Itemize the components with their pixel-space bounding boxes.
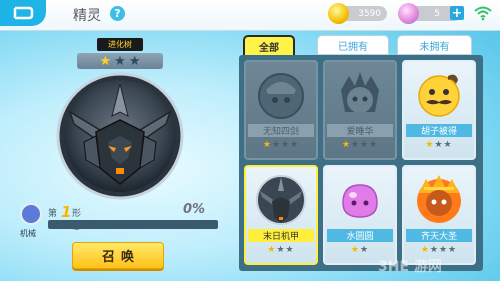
sprite-art-icon	[256, 175, 306, 225]
help-icon[interactable]: ?	[110, 6, 125, 21]
back-arrow-icon	[13, 6, 34, 20]
sprite-art-icon	[341, 72, 379, 113]
wifi-icon	[474, 6, 492, 21]
gold-amount: 3590	[358, 8, 381, 19]
gold-coin-icon	[328, 3, 349, 24]
sprite-stars: ★★★★	[420, 245, 458, 255]
summon-button[interactable]: 召唤	[72, 242, 164, 269]
sprite-stars: ★★	[350, 245, 370, 255]
sprite-card[interactable]: 水圆圆 ★★	[323, 165, 397, 265]
sprite-art-icon	[418, 74, 460, 117]
sprite-art-icon	[342, 184, 378, 218]
sprite-stars: ★★★★	[341, 140, 379, 150]
back-button[interactable]	[0, 0, 46, 26]
page-title: 精灵	[73, 8, 101, 24]
type-label: 机械	[20, 229, 36, 238]
star-icon: ★	[99, 53, 112, 69]
level-number: 1	[61, 203, 72, 221]
sprite-grid: 无知四剑 ★★★★ 爱睡华 ★★★★ 胡子被得 ★★★ 末日机甲 ★★★ 水圆圆…	[239, 55, 483, 271]
sprite-name: 无知四剑	[248, 124, 314, 137]
tab-not-owned[interactable]: 未拥有	[397, 35, 472, 55]
evolution-tree-button[interactable]: 进化树	[97, 38, 143, 51]
sprite-portrait	[56, 72, 184, 200]
star-rating: ★ ★ ★	[77, 53, 163, 69]
sprite-art-icon	[258, 73, 304, 119]
sprite-name: 胡子被得	[406, 124, 472, 137]
sprite-art-icon	[417, 175, 461, 223]
sprite-card[interactable]: 齐天大圣 ★★★★	[402, 165, 476, 265]
sprite-name: 末日机甲	[248, 229, 314, 242]
sprite-card[interactable]: 无知四剑 ★★★★	[244, 60, 318, 160]
type-avatar-icon	[20, 203, 42, 225]
sprite-stars: ★★★	[425, 140, 453, 150]
tab-all[interactable]: 全部	[243, 35, 295, 55]
sprite-name: 水圆圆	[327, 229, 393, 242]
sprite-card[interactable]: 胡子被得 ★★★	[402, 60, 476, 160]
sprite-stars: ★★★★	[262, 140, 300, 150]
doom-mech-portrait	[56, 72, 184, 200]
top-bar: 精灵 ? 3590 5 +	[0, 0, 500, 31]
sprite-stars: ★★★	[267, 245, 295, 255]
star-icon: ★	[128, 53, 141, 69]
add-gems-button[interactable]: +	[450, 6, 464, 20]
tab-owned[interactable]: 已拥有	[317, 35, 389, 55]
progress-percent: 0%	[183, 202, 206, 217]
sprite-card[interactable]: 爱睡华 ★★★★	[323, 60, 397, 160]
gem-amount: 5	[434, 8, 440, 19]
level-prefix: 第	[48, 209, 58, 219]
star-icon: ★	[114, 53, 126, 69]
watermark: 3HE 游网	[378, 259, 442, 275]
progress-bar	[48, 220, 218, 229]
sprite-name: 爱睡华	[327, 124, 393, 137]
gem-icon	[398, 3, 419, 24]
sprite-card-selected[interactable]: 末日机甲 ★★★	[244, 165, 318, 265]
sprite-name: 齐天大圣	[406, 229, 472, 242]
